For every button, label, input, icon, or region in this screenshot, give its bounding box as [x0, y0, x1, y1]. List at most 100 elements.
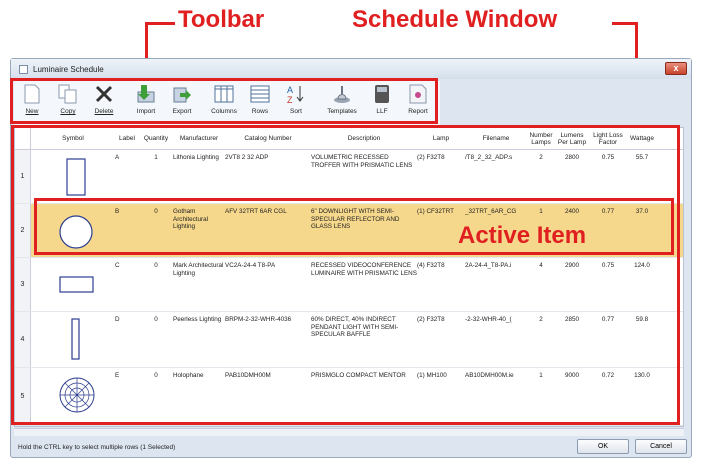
manufacturer-cell: Peerless Lighting — [173, 316, 222, 323]
row-number[interactable]: 5 — [15, 368, 31, 425]
row-number[interactable]: 3 — [15, 258, 31, 311]
lumens-cell: 9000 — [564, 372, 579, 379]
export-arrow-icon — [171, 83, 193, 105]
lamp-cell: (2) F32T8 — [417, 316, 445, 323]
copy-button[interactable]: Copy — [50, 81, 86, 115]
svg-text:A: A — [287, 85, 293, 95]
quantity-cell: 0 — [154, 316, 158, 323]
table-row[interactable]: 5 E 0 Holophane PAB10DMH00M PRISMGLO COM… — [15, 368, 683, 426]
columns-button[interactable]: Columns — [206, 81, 242, 115]
lamp-cell: (4) F32T8 — [417, 262, 445, 269]
col-filename[interactable]: Filename — [465, 128, 527, 149]
delete-label: Delete — [94, 108, 114, 115]
rows-icon — [249, 83, 271, 105]
filename-cell: AB10DMH00M.ie — [465, 372, 514, 379]
quantity-cell: 0 — [154, 372, 158, 379]
sort-button[interactable]: AZ Sort — [278, 81, 314, 115]
new-button[interactable]: New — [14, 81, 50, 115]
export-button[interactable]: Export — [164, 81, 200, 115]
symbol-cell — [31, 204, 115, 257]
sort-label: Sort — [290, 108, 302, 115]
sort-az-icon: AZ — [285, 83, 307, 105]
import-button[interactable]: Import — [128, 81, 164, 115]
col-manufacturer[interactable]: Manufacturer — [173, 128, 225, 149]
columns-icon — [213, 83, 235, 105]
label-cell: D — [115, 316, 120, 323]
col-description[interactable]: Description — [311, 128, 417, 149]
templates-button[interactable]: Templates — [320, 81, 364, 115]
symbol-cell — [31, 150, 115, 203]
toolbar-arrow-h — [145, 22, 175, 25]
llf-button[interactable]: LLF — [364, 81, 400, 115]
toolbar: New Copy Delete Import Export Columns Ro… — [14, 81, 440, 125]
col-catalog-number[interactable]: Catalog Number — [225, 128, 311, 149]
row-header-corner — [15, 128, 31, 149]
label-cell: A — [115, 154, 120, 161]
copy-icon — [57, 83, 79, 105]
symbol-cell — [31, 368, 115, 425]
symbol-cell — [31, 258, 115, 311]
wattage-cell: 130.0 — [634, 372, 650, 379]
col-symbol[interactable]: Symbol — [31, 128, 115, 149]
delete-x-icon — [93, 83, 115, 105]
manufacturer-cell: Gotham Architectural Lighting — [173, 208, 208, 230]
table-row[interactable]: 3 C 0 Mark Architectural Lighting VC2A-2… — [15, 258, 683, 312]
radial-circle-symbol — [59, 377, 95, 413]
row-number[interactable]: 1 — [15, 150, 31, 203]
quantity-cell: 1 — [154, 154, 158, 161]
col-wattage[interactable]: Wattage — [627, 128, 657, 149]
col-quantity[interactable]: Quantity — [139, 128, 173, 149]
catalog-cell: AFV 32TRT 6AR CGL — [225, 208, 287, 215]
quantity-cell: 0 — [154, 262, 158, 269]
wattage-cell: 59.8 — [635, 316, 649, 323]
horizontal-scrollbar[interactable] — [14, 428, 684, 436]
lumens-cell: 2850 — [564, 316, 579, 323]
col-lumens-per-lamp[interactable]: Lumens Per Lamp — [555, 128, 589, 149]
row-number[interactable]: 2 — [15, 204, 31, 257]
report-icon — [407, 83, 429, 105]
ok-button[interactable]: OK — [577, 439, 629, 454]
templates-icon — [331, 83, 353, 105]
schedule-window-annotation: Schedule Window — [352, 6, 558, 33]
rows-label: Rows — [251, 108, 269, 115]
filename-cell: -2-32-WHR-40_( — [465, 316, 512, 323]
col-label[interactable]: Label — [115, 128, 139, 149]
table-row[interactable]: 4 D 0 Peerless Lighting BRPM-2-32-WHR-40… — [15, 312, 683, 368]
label-cell: C — [115, 262, 120, 269]
col-lamp[interactable]: Lamp — [417, 128, 465, 149]
col-number-lamps[interactable]: Number Lamps — [527, 128, 555, 149]
manufacturer-cell: Holophane — [173, 372, 204, 379]
llf-cell: 0.75 — [601, 154, 615, 161]
report-button[interactable]: Report — [400, 81, 436, 115]
wattage-cell: 124.0 — [634, 262, 650, 269]
lumens-cell: 2800 — [564, 154, 579, 161]
row-number[interactable]: 4 — [15, 312, 31, 367]
description-cell: VOLUMETRIC RECESSED TROFFER WITH PRISMAT… — [311, 154, 413, 169]
catalog-cell: BRPM-2-32-WHR-4036 — [225, 316, 292, 323]
new-document-icon — [21, 83, 43, 105]
llf-cell: 0.77 — [601, 316, 615, 323]
status-text: Hold the CTRL key to select multiple row… — [18, 443, 176, 451]
col-light-loss-factor[interactable]: Light Loss Factor — [589, 128, 627, 149]
label-cell: E — [115, 372, 120, 379]
lamps-cell: 2 — [539, 154, 543, 161]
tall-rectangle-symbol — [66, 158, 86, 196]
title-bar: Luminaire Schedule x — [11, 59, 691, 79]
delete-button[interactable]: Delete — [86, 81, 122, 115]
filename-cell: /T8_2_32_ADP.s — [465, 154, 513, 161]
lamps-cell: 1 — [539, 372, 543, 379]
lamps-cell: 2 — [539, 316, 543, 323]
close-button[interactable]: x — [665, 62, 687, 75]
cancel-button[interactable]: Cancel — [635, 439, 687, 454]
catalog-cell: PAB10DMH00M — [225, 372, 271, 379]
new-label: New — [25, 108, 39, 115]
label-cell: B — [115, 208, 120, 215]
circle-symbol — [59, 215, 93, 249]
table-row[interactable]: 1 A 1 Lithonia Lighting 2VT8 2 32 ADP VO… — [15, 150, 683, 204]
wattage-cell: 55.7 — [635, 154, 649, 161]
catalog-cell: 2VT8 2 32 ADP — [225, 154, 269, 161]
llf-icon — [371, 83, 393, 105]
rows-button[interactable]: Rows — [242, 81, 278, 115]
manufacturer-cell: Lithonia Lighting — [173, 154, 219, 161]
svg-text:Z: Z — [287, 95, 293, 104]
